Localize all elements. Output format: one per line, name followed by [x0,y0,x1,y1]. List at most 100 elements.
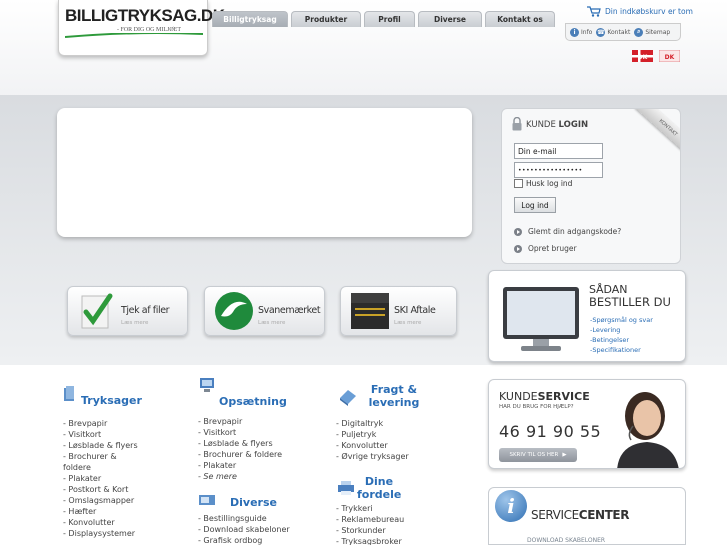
badge-subtitle: Læs mere [258,320,286,326]
list-item[interactable]: - Omslagsmapper [63,495,138,506]
nav-tab-billigtryksag[interactable]: Billigtryksag [212,11,288,27]
tryksager-list: - Brevpapir - Visitkort - Løsblade & fly… [63,418,138,539]
computer-icon [200,378,214,392]
contact-ribbon[interactable]: KONTAKT [635,109,680,159]
opsaetning-list: - Brevpapir - Visitkort - Løsblade & fly… [198,416,282,482]
fragt-heading[interactable]: Fragt & levering [364,383,424,409]
fordele-heading[interactable]: Dine fordele [357,475,401,501]
list-item[interactable]: - Øvrige tryksager [336,451,409,462]
service-center-title-bold: CENTER [578,508,630,522]
list-item[interactable]: - Løsblade & flyers [63,440,138,451]
cart-status[interactable]: Din indkøbskurv er tom [587,6,693,17]
login-title-light: KUNDE [526,120,556,130]
arrow-bullet-icon [514,244,522,253]
checkmark-icon [81,293,113,329]
list-item[interactable]: - Storkunder [336,525,404,536]
swan-label-icon [215,292,253,330]
flag-label: DK [638,54,648,61]
support-agent-avatar [617,392,679,468]
remember-label: Husk log ind [526,179,573,188]
list-item[interactable]: - Download skabeloner [198,524,290,535]
contact-link[interactable]: ☎ Kontakt [596,27,631,37]
forgot-password-link[interactable]: Glemt din adgangskode? [514,227,621,236]
password-field[interactable]: •••••••••••••••• [514,162,603,178]
list-item[interactable]: - Brevpapir [63,418,138,429]
tryksager-heading[interactable]: Tryksager [81,394,142,407]
fragt-list: - Digitaltryk - Puljetryk - Konvolutter … [336,418,409,462]
service-center-panel[interactable]: i SERVICECENTER DOWNLOAD SKABELONER [488,487,686,545]
info-link[interactable]: i Info [570,27,593,37]
list-item[interactable]: - Postkort & Kort [63,484,138,495]
list-item[interactable]: - Reklamebureau [336,514,404,525]
logo-swoosh-icon [65,33,203,38]
nav-tab-profil[interactable]: Profil [364,11,415,27]
printer-icon [338,481,354,495]
phone-icon: ☎ [596,27,606,37]
badge-ski-aftale[interactable]: SKI Aftale Læs mere [340,286,457,336]
howto-link-specs[interactable]: -Specifikationer [590,345,653,355]
info-icon: i [570,27,579,37]
forgot-password-label: Glemt din adgangskode? [528,227,622,236]
opsaetning-heading[interactable]: Opsætning [219,395,287,408]
sitemap-link[interactable]: ⌕ Sitemap [634,27,671,37]
list-item[interactable]: - Bestillingsguide [198,513,290,524]
see-more-link[interactable]: - Se mere [198,471,282,482]
arrow-right-icon: ▶ [562,452,567,458]
list-item[interactable]: - Grafisk ordbog [198,535,290,545]
list-item[interactable]: - Displaysystemer [63,528,138,539]
badge-subtitle: Læs mere [121,320,149,326]
list-item[interactable]: - Konvolutter [63,517,138,528]
list-item[interactable]: - Puljetryk [336,429,409,440]
info-icon: i [495,490,527,522]
badge-svanemaerket[interactable]: Svanemærket Læs mere [204,286,325,336]
service-title-light: KUNDE [499,390,538,403]
login-title-bold: LOGIN [558,120,589,130]
remember-login[interactable]: Husk log ind [514,179,572,188]
download-templates-link[interactable]: DOWNLOAD SKABELONER [527,537,605,544]
list-item[interactable]: - Visitkort [198,427,282,438]
nav-tab-diverse[interactable]: Diverse [418,11,482,27]
site-logo[interactable]: BILLIGTRYKSAG.DK - FOR DIG OG MILJØET [58,0,225,56]
remember-checkbox[interactable] [514,179,523,188]
register-link[interactable]: Opret bruger [514,244,577,253]
list-item[interactable]: - Plakater [63,473,138,484]
list-item[interactable]: - Brochurer & [63,451,138,462]
howto-panel[interactable]: SÅDAN BESTILLER DU -Spørgsmål og svar -L… [488,270,686,362]
nav-tab-produkter[interactable]: Produkter [291,11,361,27]
list-item[interactable]: - Trykkeri [336,503,404,514]
diverse-heading[interactable]: Diverse [230,496,277,509]
service-phone[interactable]: 46 91 90 55 [499,422,601,441]
ski-logo-icon [351,293,389,329]
list-item[interactable]: - Digitaltryk [336,418,409,429]
danish-flag-icon[interactable]: DK [632,50,653,62]
badge-file-check[interactable]: Tjek af filer Læs mere [67,286,188,336]
nav-tab-kontakt[interactable]: Kontakt os [485,11,555,27]
list-item[interactable]: - Konvolutter [336,440,409,451]
sitemap-label: Sitemap [645,28,671,36]
search-icon: ⌕ [634,27,644,37]
list-item[interactable]: - Plakater [198,460,282,471]
howto-link-terms[interactable]: -Betingelser [590,335,653,345]
login-button[interactable]: Log ind [514,197,556,213]
fragt-heading-line1: Fragt & [370,383,418,396]
email-field[interactable]: Din e-mail [514,143,603,159]
list-item[interactable]: - Brevpapir [198,416,282,427]
list-item[interactable]: - Visitkort [63,429,138,440]
list-item[interactable]: - Hæfter [63,506,138,517]
write-us-button[interactable]: SKRIV TIL OS HER ▶ [499,448,577,462]
howto-link-delivery[interactable]: -Levering [590,325,653,335]
badge-title: Svanemærket [258,305,321,316]
list-item[interactable]: - Brochurer & foldere [198,449,282,460]
fordele-list: - Trykkeri - Reklamebureau - Storkunder … [336,503,404,545]
list-item[interactable]: foldere [63,462,138,473]
fragt-heading-line2: levering [368,396,420,409]
contact-label: Kontakt [607,28,631,36]
howto-link-faq[interactable]: -Spørgsmål og svar [590,315,653,325]
list-item[interactable]: - Løsblade & flyers [198,438,282,449]
fordele-heading-line1: Dine [364,475,394,488]
hero-banner[interactable] [57,108,472,237]
danish-flag-alt-icon[interactable]: DK [659,50,680,62]
list-item[interactable]: - Tryksagsbroker [336,536,404,545]
info-label: Info [581,28,593,36]
service-title-bold: SERVICE [537,390,590,403]
